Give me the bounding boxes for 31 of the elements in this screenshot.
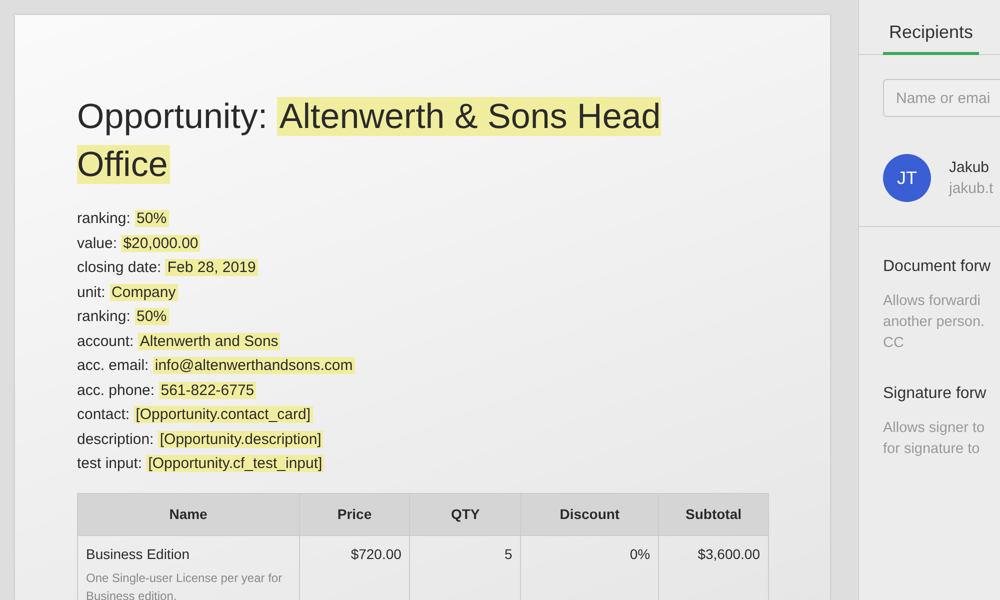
product-name: Business Edition	[86, 544, 191, 564]
section-title: Document forw	[883, 257, 992, 277]
recipient-name: Jakub	[949, 158, 990, 178]
field-line: contact: [Opportunity.contact_card]	[77, 405, 314, 425]
section-description: for signature to	[883, 440, 981, 459]
section-description: Allows forwardi	[883, 292, 982, 311]
section-description: another person.	[883, 313, 986, 332]
column-header: Name	[78, 493, 300, 535]
tab[interactable]: Recipients	[883, 0, 980, 55]
field-line: acc. phone: 561-822-6775	[77, 380, 258, 400]
document-title: Opportunity: Altenwerth & Sons Head Office	[77, 96, 662, 186]
section-description: CC	[883, 334, 905, 353]
field-line: acc. email: info@altenwerthandsons.com	[77, 356, 356, 376]
search-field[interactable]: Name or emai	[883, 79, 1000, 117]
column-header: Discount	[520, 493, 659, 535]
avatar: JT	[883, 154, 931, 202]
product-description: One Single-user License per year for Business edition.	[86, 570, 284, 600]
section-title: Signature forw	[883, 384, 988, 404]
column-header: QTY	[410, 493, 521, 535]
field-line: ranking: 50%	[77, 209, 170, 229]
field-line: ranking: 50%	[77, 307, 170, 327]
field-line: closing date: Feb 28, 2019	[77, 258, 259, 278]
recipient-email: jakub.t	[949, 179, 994, 199]
field-line: account: Altenwerth and Sons	[77, 332, 282, 352]
column-header: Subtotal	[658, 493, 768, 535]
section-description: Allows signer to	[883, 419, 986, 438]
field-line: unit: Company	[77, 282, 179, 302]
field-line: test input: [Opportunity.cf_test_input]	[77, 454, 326, 474]
field-line: description: [Opportunity.description]	[77, 430, 324, 450]
column-header: Price	[299, 493, 410, 535]
field-line: value: $20,000.00	[77, 234, 202, 254]
